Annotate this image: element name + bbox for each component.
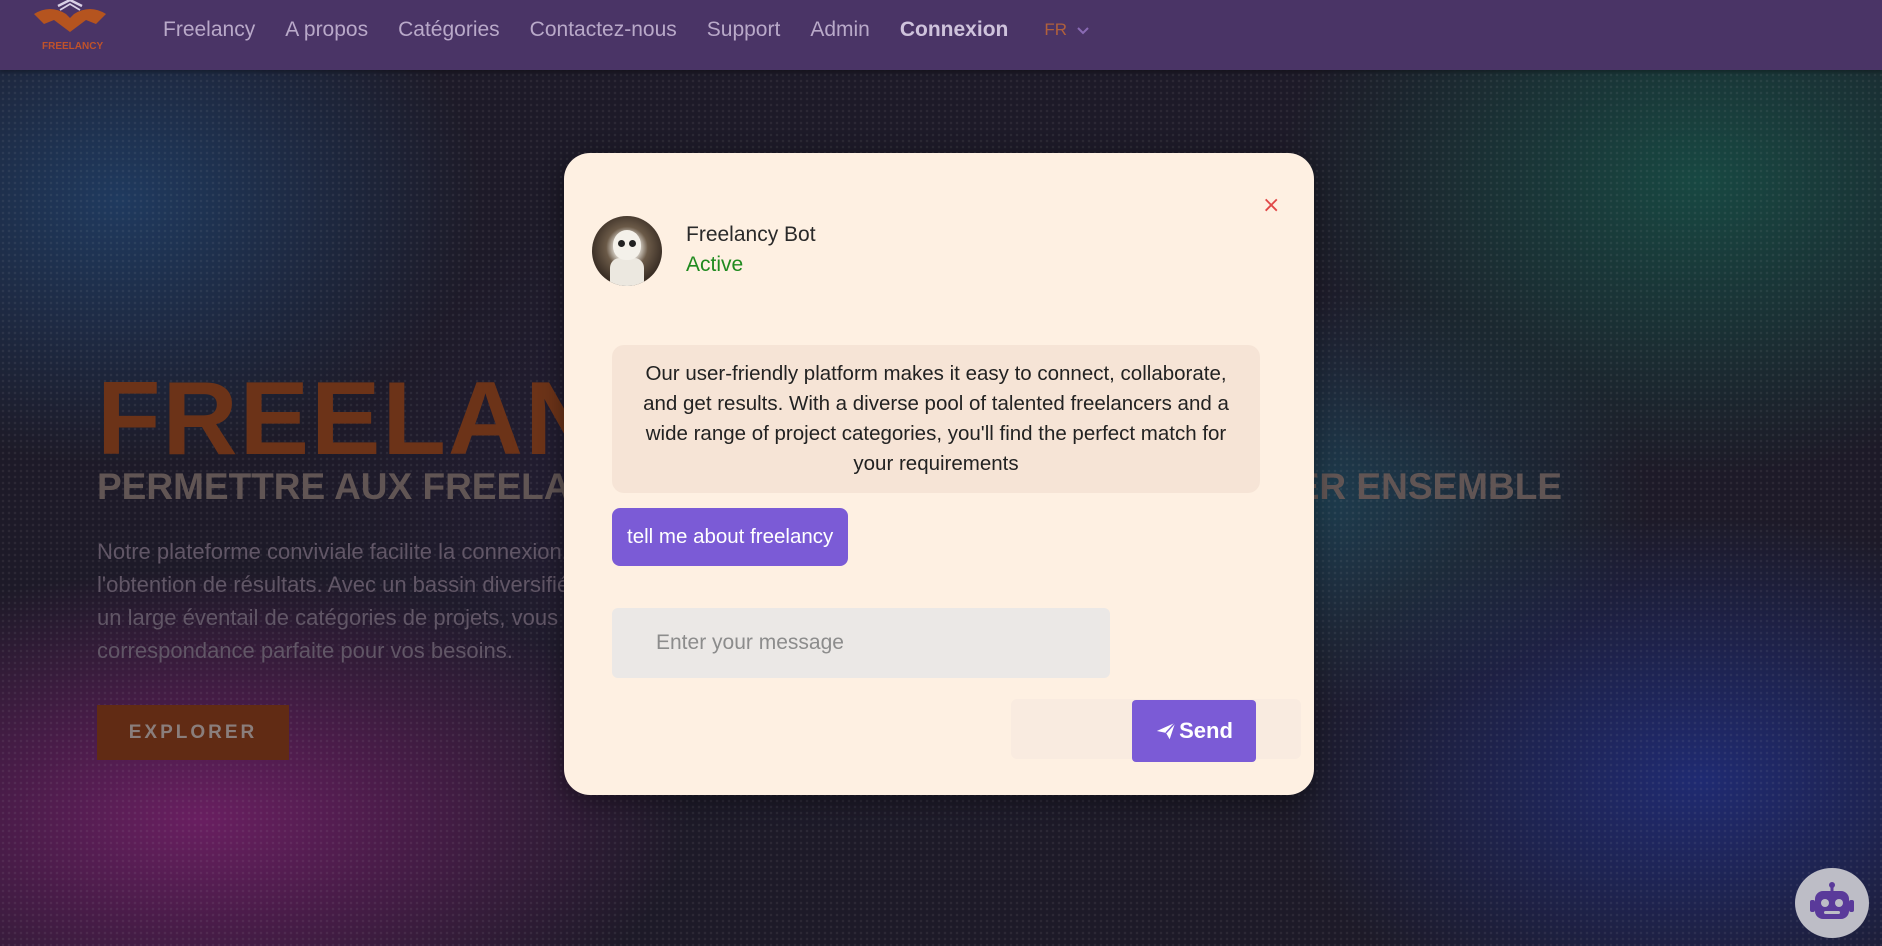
nav-link-categories[interactable]: Catégories: [398, 18, 500, 42]
language-label: FR: [1044, 20, 1068, 39]
chatbot-toggle-button[interactable]: [1795, 868, 1869, 938]
handshake-logo-icon: [34, 0, 106, 32]
avatar-robot-body: [610, 258, 644, 286]
bot-message-text: Our user-friendly platform makes it easy…: [643, 362, 1229, 475]
logo-text: FREELANCY: [42, 41, 104, 52]
nav-link-admin[interactable]: Admin: [810, 18, 870, 42]
login-link[interactable]: Connexion: [900, 18, 1009, 42]
user-message-bubble: tell me about freelancy: [612, 508, 849, 566]
nav-link-about[interactable]: A propos: [285, 18, 368, 42]
chatbot-modal: × Freelancy Bot Active Our user-friendly…: [564, 153, 1314, 795]
nav-link-freelancy[interactable]: Freelancy: [163, 18, 255, 42]
language-selector[interactable]: FR: [1044, 20, 1089, 40]
message-input[interactable]: [612, 608, 1110, 678]
avatar-robot-face: [613, 230, 641, 260]
top-navbar: FREELANCY Freelancy A propos Catégories …: [0, 0, 1882, 70]
paper-plane-icon: [1156, 722, 1176, 740]
logo[interactable]: FREELANCY: [30, 0, 110, 56]
nav-links: Freelancy A propos Catégories Contactez-…: [163, 0, 1089, 60]
bot-message-bubble: Our user-friendly platform makes it easy…: [612, 345, 1260, 493]
nav-link-contact[interactable]: Contactez-nous: [530, 18, 677, 42]
send-button[interactable]: Send: [1132, 700, 1256, 762]
send-label: Send: [1179, 718, 1233, 743]
nav-link-support[interactable]: Support: [707, 18, 781, 42]
bot-avatar: [592, 216, 662, 286]
close-icon[interactable]: ×: [1262, 193, 1280, 218]
bot-name: Freelancy Bot: [686, 223, 816, 246]
user-message-text: tell me about freelancy: [627, 525, 834, 548]
bot-status: Active: [686, 253, 744, 276]
robot-icon: [1810, 882, 1854, 919]
avatar-eye-left: [618, 240, 625, 247]
avatar-eye-right: [629, 240, 636, 247]
chevron-down-icon: [1077, 22, 1089, 39]
